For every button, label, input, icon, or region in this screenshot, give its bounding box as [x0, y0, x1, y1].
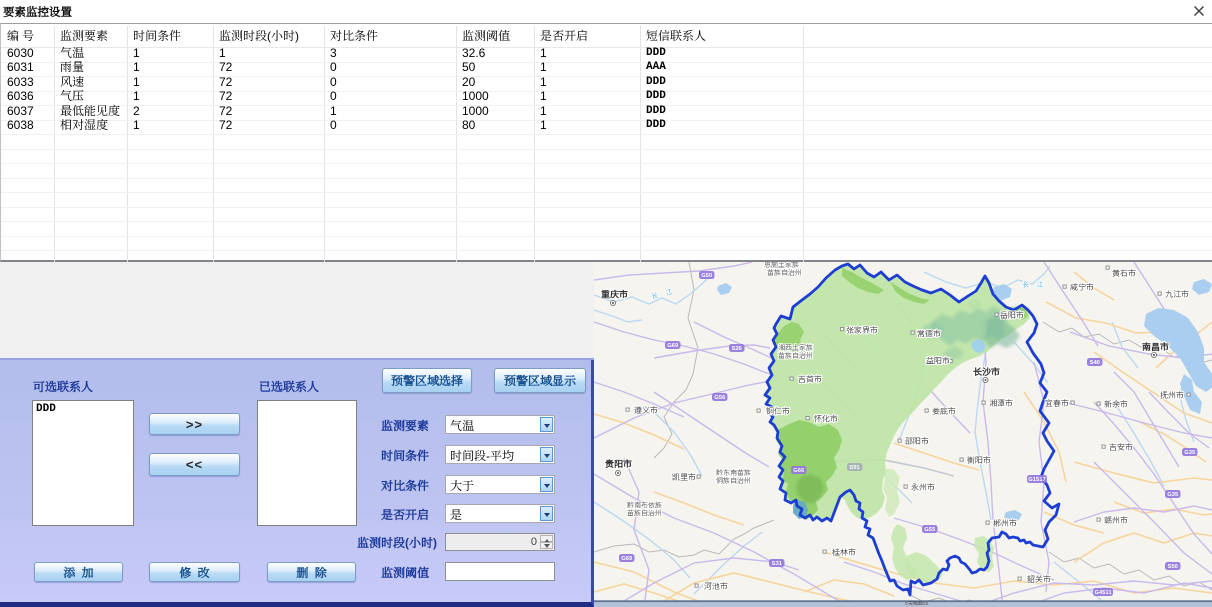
svg-text:南昌市: 南昌市	[1142, 340, 1169, 353]
svg-text:新余市: 新余市	[1104, 399, 1128, 410]
svg-text:重庆市: 重庆市	[601, 288, 628, 301]
svg-text:永州市: 永州市	[911, 482, 935, 493]
svg-text:九江市: 九江市	[1165, 289, 1189, 300]
svg-text:凯里市: 凯里市	[672, 472, 696, 483]
svg-text:G69: G69	[621, 553, 633, 562]
svg-text:遵义市: 遵义市	[634, 405, 658, 416]
svg-text:张家界市: 张家界市	[846, 325, 878, 336]
svg-text:G56: G56	[714, 392, 726, 401]
svg-text:吉首市: 吉首市	[798, 374, 822, 385]
svg-text:怀化市: 怀化市	[814, 414, 838, 425]
svg-text:侗族自治州: 侗族自治州	[716, 476, 751, 486]
svg-text:G1517: G1517	[1028, 474, 1045, 483]
svg-text:苗族自治州: 苗族自治州	[627, 509, 662, 519]
svg-text:铜仁市: 铜仁市	[766, 406, 790, 417]
svg-text:S31: S31	[772, 558, 783, 567]
svg-text:益阳市: 益阳市	[926, 356, 950, 367]
svg-text:宜春市: 宜春市	[1045, 398, 1069, 409]
svg-text:苗族自治州: 苗族自治州	[767, 268, 802, 278]
svg-text:G4511: G4511	[1094, 587, 1112, 596]
svg-text:苗族自治州: 苗族自治州	[778, 351, 813, 361]
svg-text:邵阳市: 邵阳市	[905, 436, 929, 447]
svg-text:咸宁市: 咸宁市	[1070, 282, 1094, 293]
svg-text:桂林市: 桂林市	[831, 547, 856, 558]
svg-text:S40: S40	[1090, 357, 1100, 366]
svg-text:G35: G35	[1167, 489, 1179, 498]
svg-text:娄底市: 娄底市	[932, 406, 956, 417]
svg-text:G50: G50	[701, 270, 712, 279]
svg-text:衡阳市: 衡阳市	[967, 455, 991, 466]
svg-text:韶关市: 韶关市	[1027, 574, 1051, 585]
svg-text:S26: S26	[732, 343, 743, 352]
svg-text:湘潭市: 湘潭市	[989, 398, 1013, 409]
svg-text:吉安市: 吉安市	[1109, 442, 1133, 453]
svg-text:G55: G55	[924, 524, 936, 533]
svg-text:G69: G69	[667, 340, 679, 349]
svg-text:G66: G66	[793, 465, 805, 474]
svg-text:郴州市: 郴州市	[993, 518, 1017, 529]
svg-text:S50: S50	[1168, 561, 1178, 570]
svg-text:长 江: 长 江	[1022, 280, 1047, 290]
svg-text:贵阳市: 贵阳市	[605, 457, 632, 470]
svg-text:©天地图GS: ©天地图GS	[905, 600, 928, 607]
svg-text:岳阳市: 岳阳市	[1000, 310, 1024, 321]
svg-text:抚州市: 抚州市	[1160, 390, 1184, 401]
svg-text:常德市: 常德市	[917, 329, 941, 340]
svg-text:黄石市: 黄石市	[1112, 268, 1136, 279]
svg-text:G35: G35	[1184, 447, 1196, 456]
svg-text:长沙市: 长沙市	[973, 365, 1000, 378]
svg-text:赣州市: 赣州市	[1104, 515, 1128, 526]
svg-text:河池市: 河池市	[704, 581, 728, 592]
svg-text:S91: S91	[849, 462, 860, 471]
